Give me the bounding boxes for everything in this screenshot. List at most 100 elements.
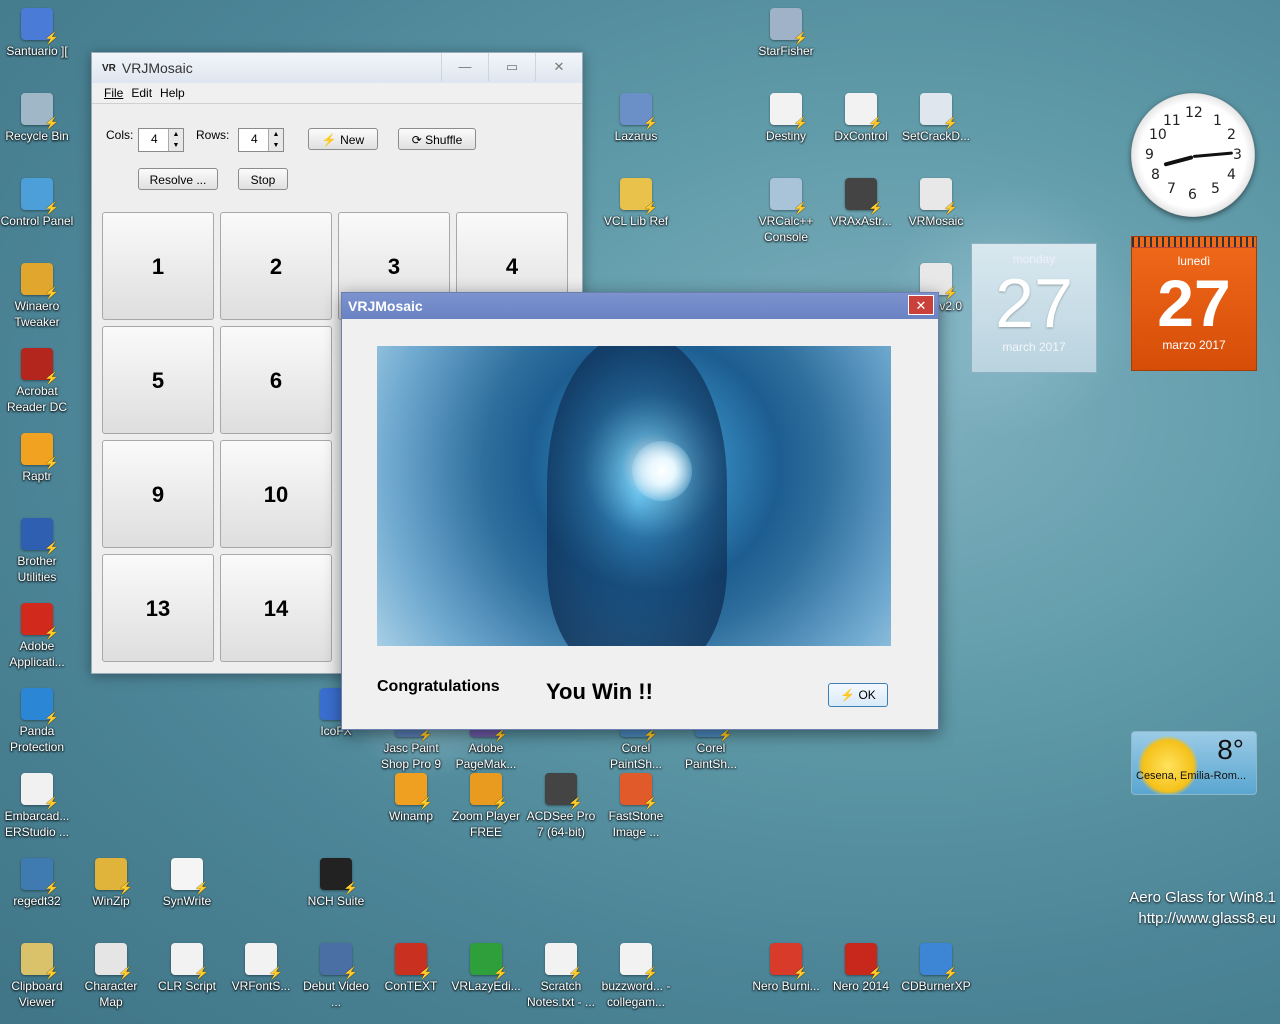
desktop-icon-label: Destiny [765, 129, 806, 143]
desktop-icon[interactable]: CLR Script [150, 943, 224, 994]
desktop-icon[interactable]: Acrobat Reader DC [0, 348, 74, 415]
stepper-arrows-icon[interactable]: ▲ ▼ [168, 129, 183, 151]
desktop-icon-label: VRLazyEdi... [451, 979, 521, 993]
dialog-close-button[interactable]: ✕ [908, 295, 934, 315]
desktop-icon[interactable]: Recycle Bin [0, 93, 74, 144]
weather-location: Cesena, Emilia-Rom... [1136, 770, 1247, 782]
app-icon [920, 178, 958, 216]
desktop-icon[interactable]: Clipboard Viewer [0, 943, 74, 1010]
menu-edit[interactable]: Edit [131, 86, 152, 100]
desktop-icon[interactable]: VRCalc++ Console [749, 178, 823, 245]
clock-num: 7 [1167, 181, 1176, 197]
desktop-icon[interactable]: Nero Burni... [749, 943, 823, 994]
title-bar[interactable]: VR VRJMosaic — ▭ ✕ [92, 53, 582, 83]
app-icon [920, 943, 958, 981]
image-light-burst [632, 441, 692, 501]
desktop-icon[interactable]: Santuario ][ [0, 8, 74, 59]
desktop-icon[interactable]: Embarcad... ERStudio ... [0, 773, 74, 840]
app-icon [845, 943, 883, 981]
desktop-icon[interactable]: VRLazyEdi... [449, 943, 523, 994]
desktop-icon[interactable]: Nero 2014 [824, 943, 898, 994]
desktop-icon[interactable]: Control Panel [0, 178, 74, 229]
desktop-icon-label: Scratch Notes.txt - ... [526, 979, 595, 1009]
minimize-button[interactable]: — [441, 53, 488, 81]
desktop-icon[interactable]: Brother Utilities [0, 518, 74, 585]
desktop-icon[interactable]: Scratch Notes.txt - ... [524, 943, 598, 1010]
desktop-icon[interactable]: Raptr [0, 433, 74, 484]
app-icon [395, 943, 433, 981]
desktop-icon[interactable]: Destiny [749, 93, 823, 144]
desktop-icon-label: VRFontS... [231, 979, 291, 993]
shuffle-button[interactable]: ⟳ Shuffle [398, 128, 476, 150]
new-button[interactable]: ⚡ New [308, 128, 378, 150]
desktop-icon[interactable]: WinZip [74, 858, 148, 909]
app-icon [171, 858, 209, 896]
desktop-icon[interactable]: Lazarus [599, 93, 673, 144]
desktop-icon[interactable]: VRAxAstr... [824, 178, 898, 229]
puzzle-tile[interactable]: 6 [220, 326, 332, 434]
desktop-icon[interactable]: StarFisher [749, 8, 823, 59]
desktop-icon[interactable]: NCH Suite [299, 858, 373, 909]
desktop-icon[interactable]: buzzword... - collegam... [599, 943, 673, 1010]
desktop-icon-label: Winaero Tweaker [14, 299, 60, 329]
desktop-icon-label: Brother Utilities [17, 554, 57, 584]
dialog-title[interactable]: VRJMosaic [342, 293, 938, 319]
clock-num: 2 [1227, 127, 1236, 143]
desktop-icon[interactable]: SetCrackD... [899, 93, 973, 144]
desktop-icon[interactable]: Panda Protection [0, 688, 74, 755]
clock-num: 5 [1211, 181, 1220, 197]
puzzle-tile[interactable]: 13 [102, 554, 214, 662]
ok-button[interactable]: ⚡ OK [828, 683, 888, 707]
maximize-button[interactable]: ▭ [488, 53, 535, 81]
calendar-gadget-italian[interactable]: lunedì 27 marzo 2017 [1131, 236, 1257, 371]
desktop-icon[interactable]: Winamp [374, 773, 448, 824]
menu-help[interactable]: Help [160, 86, 185, 100]
calendar-gadget-english[interactable]: monday 27 march 2017 [971, 243, 1097, 373]
desktop-icon[interactable]: VRMosaic [899, 178, 973, 229]
desktop-icon[interactable]: Zoom Player FREE [449, 773, 523, 840]
ok-label: OK [858, 688, 876, 702]
close-button[interactable]: ✕ [535, 53, 582, 81]
desktop-icon[interactable]: FastStone Image ... [599, 773, 673, 840]
desktop-icon[interactable]: ConTEXT [374, 943, 448, 994]
puzzle-tile[interactable]: 2 [220, 212, 332, 320]
desktop-icon[interactable]: ACDSee Pro 7 (64-bit) [524, 773, 598, 840]
puzzle-tile[interactable]: 1 [102, 212, 214, 320]
app-icon [770, 943, 808, 981]
cols-stepper[interactable]: 4 ▲ ▼ [138, 128, 184, 152]
weather-temperature: 8° [1217, 734, 1244, 765]
rows-stepper[interactable]: 4 ▲ ▼ [238, 128, 284, 152]
desktop-icon-label: Recycle Bin [5, 129, 69, 143]
desktop-icon[interactable]: Winaero Tweaker [0, 263, 74, 330]
weather-gadget[interactable]: 8° Cesena, Emilia-Rom... [1131, 731, 1257, 795]
desktop-icon[interactable]: Adobe Applicati... [0, 603, 74, 670]
puzzle-tile[interactable]: 14 [220, 554, 332, 662]
stop-button[interactable]: Stop [238, 168, 288, 190]
desktop-icon-label: Panda Protection [9, 724, 65, 754]
app-icon [21, 688, 59, 726]
desktop-icon[interactable]: SynWrite [150, 858, 224, 909]
resolve-label: Resolve ... [149, 173, 207, 187]
desktop-icon[interactable]: Character Map [74, 943, 148, 1010]
menu-file[interactable]: File [104, 86, 123, 100]
desktop-icon[interactable]: CDBurnerXP [899, 943, 973, 994]
solved-puzzle-image [377, 346, 891, 646]
desktop-icon-label: Nero 2014 [832, 979, 890, 993]
desktop-icon[interactable]: DxControl [824, 93, 898, 144]
puzzle-tile[interactable]: 5 [102, 326, 214, 434]
clock-num: 4 [1227, 167, 1236, 183]
resolve-button[interactable]: Resolve ... [138, 168, 218, 190]
puzzle-tile[interactable]: 10 [220, 440, 332, 548]
stepper-arrows-icon[interactable]: ▲ ▼ [268, 129, 283, 151]
app-icon [470, 773, 508, 811]
desktop-icon-label: WinZip [92, 894, 130, 908]
desktop-icon[interactable]: regedt32 [0, 858, 74, 909]
desktop-icon[interactable]: VCL Lib Ref [599, 178, 673, 229]
win-dialog: VRJMosaic ✕ Congratulations You Win !! ⚡… [341, 292, 939, 730]
desktop-icon[interactable]: Debut Video ... [299, 943, 373, 1010]
puzzle-tile[interactable]: 9 [102, 440, 214, 548]
clock-gadget[interactable]: 12 1 2 3 4 5 6 7 8 9 10 11 [1131, 93, 1255, 217]
desktop-icon[interactable]: VRFontS... [224, 943, 298, 994]
shuffle-label: Shuffle [425, 133, 463, 147]
desktop-icon-label: StarFisher [758, 44, 814, 58]
